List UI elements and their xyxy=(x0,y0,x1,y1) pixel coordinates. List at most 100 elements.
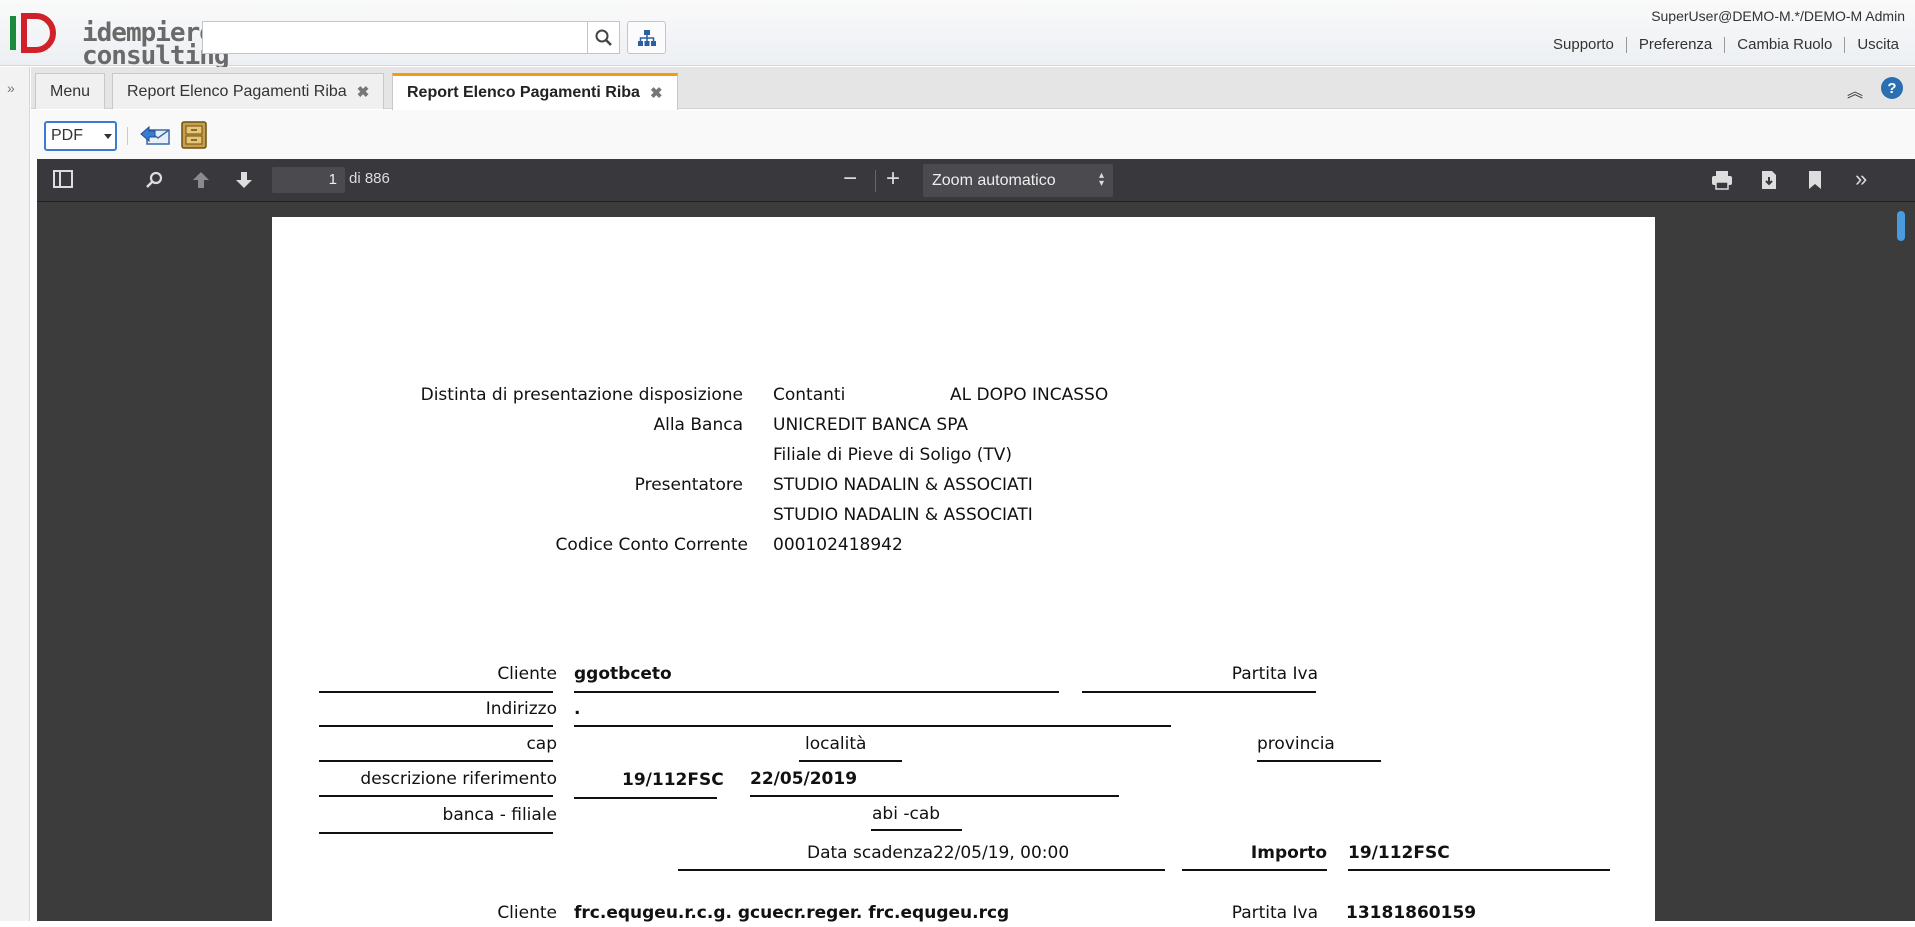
zoom-select[interactable]: Zoom automatico ▴ ▾ xyxy=(923,164,1113,197)
presentatore-value-1: STUDIO NADALIN & ASSOCIATI xyxy=(773,475,1033,495)
tab-report-1-label: Report Elenco Pagamenti Riba xyxy=(127,82,347,100)
search-icon xyxy=(595,29,612,46)
descrizione-label: descrizione riferimento xyxy=(360,769,557,789)
data-scadenza-label: Data scadenza22/05/19, 00:00 xyxy=(807,843,1070,863)
sitemap-icon xyxy=(637,29,656,46)
pdf-viewer: 1 di 886 − + Zoom automatico ▴ ▾ » Distin… xyxy=(37,159,1915,927)
export-format-value: PDF xyxy=(51,127,83,144)
importo-value: 19/112FSC xyxy=(1348,843,1450,863)
conto-label: Codice Conto Corrente xyxy=(555,535,748,555)
download-icon xyxy=(1762,171,1776,189)
header-links: Supporto Preferenza Cambia Ruolo Uscita xyxy=(1541,37,1911,53)
idempiere-logo[interactable]: idempiere consulting xyxy=(10,12,230,69)
report-toolbar: PDF xyxy=(31,110,1915,159)
global-search-input[interactable] xyxy=(202,21,588,54)
menu-tree-button[interactable] xyxy=(627,21,666,54)
pdf-toolbar: 1 di 886 − + Zoom automatico ▴ ▾ » xyxy=(37,159,1915,202)
banca-label: Alla Banca xyxy=(653,415,743,435)
underline xyxy=(319,832,553,834)
underline xyxy=(1257,760,1381,762)
page-count: di 886 xyxy=(349,170,390,187)
presentatore-label: Presentatore xyxy=(634,475,743,495)
indirizzo-label: Indirizzo xyxy=(485,699,557,719)
partita-iva-value-2: 13181860159 xyxy=(1346,903,1477,923)
tab-report-2[interactable]: Report Elenco Pagamenti Riba ✖ xyxy=(392,73,678,110)
chevron-down-icon xyxy=(104,134,112,139)
zoom-out-button[interactable]: − xyxy=(843,165,857,193)
pdf-scrollbar[interactable] xyxy=(1891,203,1915,921)
distinta-value-2: AL DOPO INCASSO xyxy=(950,385,1109,405)
plus-icon: + xyxy=(886,165,901,192)
find-icon xyxy=(146,171,163,188)
bookmark-icon xyxy=(1809,171,1821,189)
archive-icon xyxy=(181,121,207,149)
find-button[interactable] xyxy=(145,170,165,195)
tab-report-1[interactable]: Report Elenco Pagamenti Riba ✖ xyxy=(112,73,385,109)
underline xyxy=(319,760,553,762)
tools-button[interactable]: » xyxy=(1855,166,1867,192)
export-format-select[interactable]: PDF xyxy=(44,121,117,151)
importo-label: Importo xyxy=(1250,843,1327,863)
zoom-select-value: Zoom automatico xyxy=(932,172,1056,189)
cliente-value-2: frc.equgeu.r.c.g. gcuecr.reger. frc.equg… xyxy=(574,903,1010,923)
link-supporto[interactable]: Supporto xyxy=(1541,37,1626,53)
west-panel-collapsed: » xyxy=(0,67,30,921)
logo-mark-icon xyxy=(10,13,56,53)
underline xyxy=(574,725,1171,727)
bookmark-button[interactable] xyxy=(1808,170,1822,195)
partita-iva-label-2: Partita Iva xyxy=(1231,903,1318,923)
cliente-label: Cliente xyxy=(497,664,557,684)
pdf-page: Distinta di presentazione disposizione C… xyxy=(272,217,1655,927)
help-icon[interactable]: ? xyxy=(1881,77,1903,99)
toolbar-divider xyxy=(127,127,128,145)
underline xyxy=(678,869,1165,871)
print-button[interactable] xyxy=(1711,170,1733,195)
link-uscita[interactable]: Uscita xyxy=(1844,37,1911,53)
distinta-value: Contanti xyxy=(773,385,846,405)
previous-page-button[interactable] xyxy=(191,170,211,195)
filiale-value: Filiale di Pieve di Soligo (TV) xyxy=(773,445,1013,465)
underline xyxy=(1348,869,1610,871)
distinta-label: Distinta di presentazione disposizione xyxy=(420,385,743,405)
print-icon xyxy=(1712,171,1732,190)
page-number-input[interactable]: 1 xyxy=(272,167,345,193)
minus-icon: − xyxy=(843,165,858,192)
sidebar-toggle-button[interactable] xyxy=(53,170,73,193)
underline xyxy=(574,691,1059,693)
indirizzo-value: . xyxy=(574,699,581,719)
cliente-value: ggotbceto xyxy=(574,664,672,684)
sidebar-icon xyxy=(53,170,73,188)
expand-panel-icon[interactable]: » xyxy=(7,80,15,96)
tab-report-2-label: Report Elenco Pagamenti Riba xyxy=(407,84,640,101)
link-cambia-ruolo[interactable]: Cambia Ruolo xyxy=(1724,37,1844,53)
link-preferenza[interactable]: Preferenza xyxy=(1625,37,1724,53)
conto-value: 000102418942 xyxy=(773,535,903,555)
arrow-down-icon xyxy=(236,172,252,188)
tab-close-icon[interactable]: ✖ xyxy=(357,83,370,101)
zoom-in-button[interactable]: + xyxy=(886,165,900,193)
abi-cab-label: abi -cab xyxy=(872,804,941,824)
send-mail-button[interactable] xyxy=(139,124,171,151)
provincia-label: provincia xyxy=(1257,734,1335,754)
scrollbar-thumb[interactable] xyxy=(1897,211,1905,241)
user-role-label: SuperUser@DEMO-M.*/DEMO-M Admin xyxy=(1651,8,1905,24)
presentatore-value-2: STUDIO NADALIN & ASSOCIATI xyxy=(773,505,1033,525)
descrizione-value-1: 19/112FSC xyxy=(622,770,724,790)
next-page-button[interactable] xyxy=(234,170,254,195)
tab-menu-label: Menu xyxy=(50,82,91,100)
archive-button[interactable] xyxy=(181,121,207,154)
cap-label: cap xyxy=(526,734,557,754)
underline xyxy=(319,725,553,727)
search-button[interactable] xyxy=(588,21,620,54)
banca-value: UNICREDIT BANCA SPA xyxy=(773,415,968,435)
tab-close-icon[interactable]: ✖ xyxy=(650,84,663,102)
tab-menu[interactable]: Menu xyxy=(35,73,106,109)
underline xyxy=(1182,869,1327,871)
cliente-label-2: Cliente xyxy=(497,903,557,923)
banca-filiale-label: banca - filiale xyxy=(442,805,557,825)
toolbar-separator xyxy=(875,170,876,192)
download-button[interactable] xyxy=(1760,170,1778,195)
collapse-up-icon[interactable]: ︽ xyxy=(1847,78,1863,102)
underline xyxy=(574,797,717,799)
localita-label: località xyxy=(805,734,867,754)
